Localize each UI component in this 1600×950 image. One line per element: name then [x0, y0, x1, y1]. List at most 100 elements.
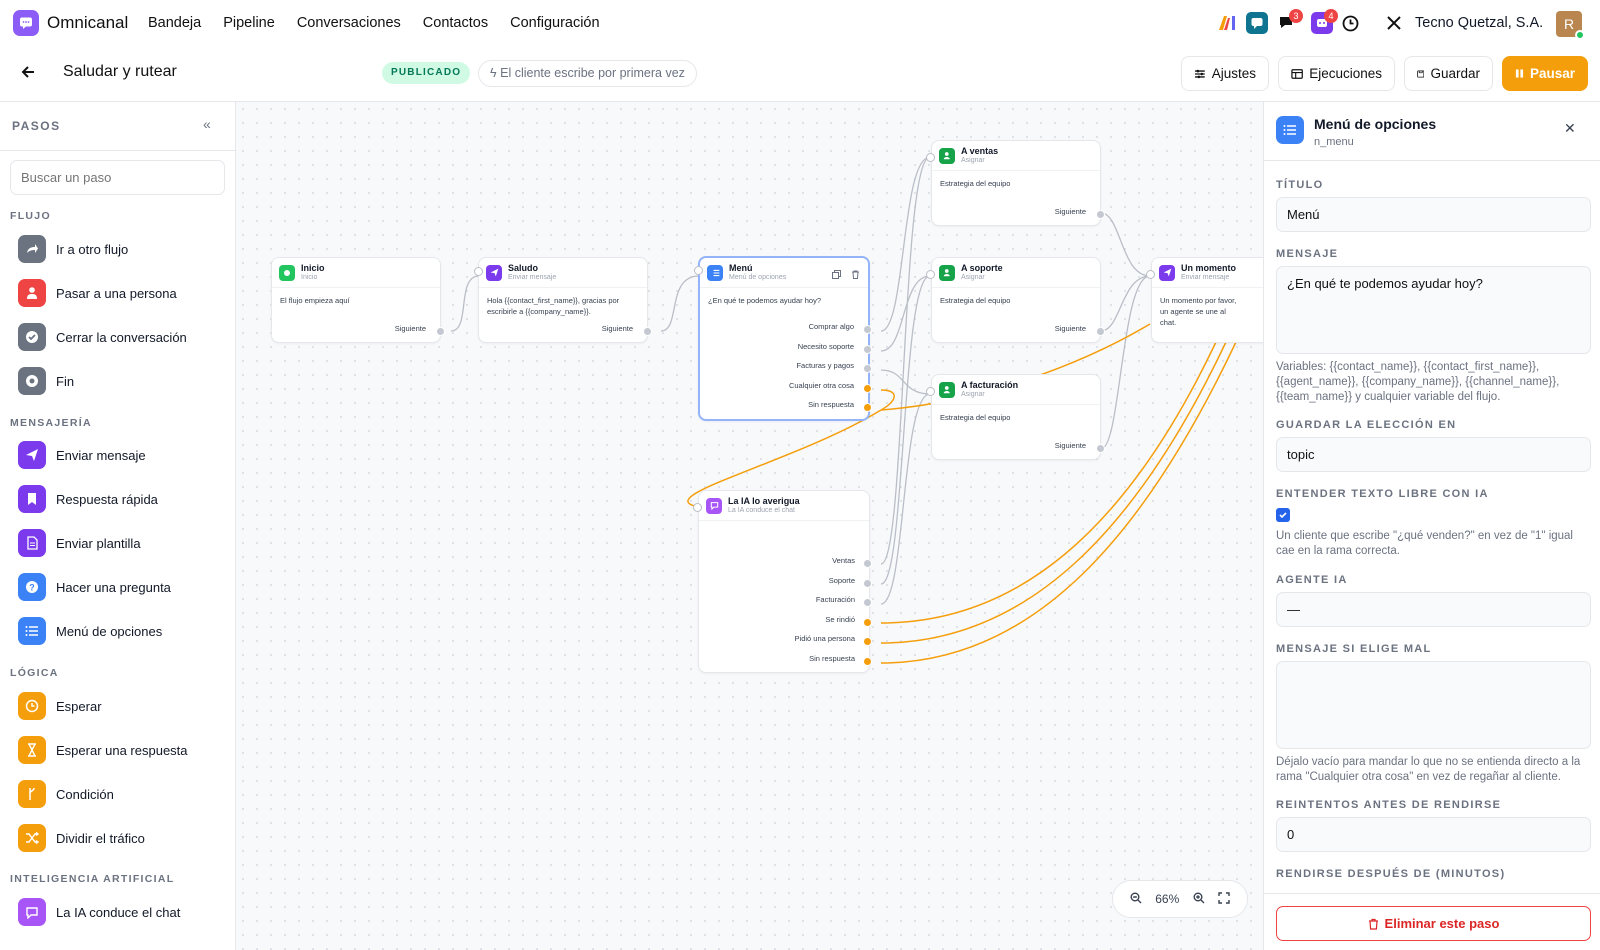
input-port[interactable] — [926, 387, 935, 396]
input-port[interactable] — [1146, 270, 1155, 279]
output-port[interactable] — [863, 579, 872, 588]
step-ir-a-otro-flujo[interactable]: Ir a otro flujo — [10, 229, 225, 269]
node-a-facturacion[interactable]: A facturación Asignar Estrategia del equi… — [926, 374, 1105, 460]
ai-agent-select[interactable]: — — [1276, 592, 1591, 627]
node-inicio[interactable]: Inicio Inicio El flujo empieza aquí Sigui… — [271, 257, 445, 343]
app-name[interactable]: Omnicanal — [47, 13, 128, 33]
save-button[interactable]: Guardar — [1404, 56, 1493, 91]
message-textarea[interactable]: ¿En qué te podemos ayudar hoy? — [1276, 266, 1591, 354]
output-port[interactable] — [863, 637, 872, 646]
step-cerrar-conversacion[interactable]: Cerrar la conversación — [10, 317, 225, 357]
node-un-momento[interactable]: Un momento Enviar mensaje Un momento por … — [1146, 257, 1263, 343]
node-ia-averigua[interactable]: La IA lo averigua La IA conduce el chat V… — [693, 490, 872, 673]
fit-view-icon[interactable] — [1218, 891, 1230, 907]
output-port[interactable] — [1096, 444, 1105, 453]
clock-icon[interactable] — [1340, 12, 1360, 34]
title-input[interactable]: Menú — [1276, 197, 1591, 232]
pause-button[interactable]: Pausar — [1502, 56, 1588, 91]
copy-icon[interactable] — [832, 266, 841, 284]
step-pasar-a-una-persona[interactable]: Pasar a una persona — [10, 273, 225, 313]
edge-facturacion-momento — [1100, 275, 1151, 450]
channel-app-icon[interactable] — [1246, 12, 1268, 34]
step-condicion[interactable]: Condición — [10, 774, 225, 814]
input-port[interactable] — [474, 267, 483, 276]
stop-icon — [18, 367, 46, 395]
node-saludo[interactable]: Saludo Enviar mensaje Hola {{contact_firs… — [474, 257, 652, 343]
trigger-chip[interactable]: ϟ El cliente escribe por primera vez — [478, 60, 697, 87]
person-add-icon — [939, 147, 955, 164]
wrong-choice-textarea[interactable] — [1276, 661, 1591, 749]
company-name[interactable]: Tecno Quetzal, S.A. — [1415, 15, 1543, 31]
step-fin[interactable]: Fin — [10, 361, 225, 401]
step-menu-opciones[interactable]: Menú de opciones — [10, 611, 225, 651]
step-label: Hacer una pregunta — [56, 579, 171, 595]
nav-contactos[interactable]: Contactos — [423, 15, 488, 31]
output-label: Sin respuesta — [809, 654, 855, 663]
sidebar-title: PASOS — [12, 119, 61, 133]
step-ia-conduce-chat[interactable]: La IA conduce el chat — [10, 892, 225, 932]
input-port[interactable] — [693, 503, 702, 512]
output-port[interactable] — [863, 345, 872, 354]
output-port[interactable] — [863, 325, 872, 334]
output-port[interactable] — [863, 384, 872, 393]
node-a-ventas[interactable]: A ventas Asignar Estrategia del equipo Si… — [926, 140, 1105, 226]
retries-input[interactable]: 0 — [1276, 817, 1591, 852]
node-body: Estrategia del equipo — [940, 296, 1011, 305]
input-port[interactable] — [926, 270, 935, 279]
node-a-soporte[interactable]: A soporte Asignar Estrategia del equipo S… — [926, 257, 1105, 343]
app-logo[interactable] — [13, 10, 39, 36]
node-body: Estrategia del equipo — [940, 179, 1011, 188]
ai-logo-icon[interactable] — [1216, 12, 1238, 34]
send-icon — [486, 264, 502, 281]
step-respuesta-rapida[interactable]: Respuesta rápida — [10, 479, 225, 519]
nav-conversaciones[interactable]: Conversaciones — [297, 15, 401, 31]
edge-ia-soporte — [880, 275, 931, 585]
avatar[interactable]: R — [1556, 11, 1585, 40]
step-search-input[interactable] — [10, 160, 225, 195]
output-port[interactable] — [863, 403, 872, 412]
output-port[interactable] — [863, 598, 872, 607]
settings-button[interactable]: Ajustes — [1181, 56, 1269, 91]
zoom-in-icon[interactable] — [1193, 892, 1205, 907]
trash-icon[interactable] — [851, 266, 860, 284]
output-port[interactable] — [436, 327, 445, 336]
nav-bandeja[interactable]: Bandeja — [148, 15, 201, 31]
field-label: MENSAJE — [1276, 248, 1339, 260]
delete-step-button[interactable]: Eliminar este paso — [1276, 906, 1591, 941]
nav-pipeline[interactable]: Pipeline — [223, 15, 275, 31]
output-port[interactable] — [1096, 327, 1105, 336]
output-port[interactable] — [863, 559, 872, 568]
tools-icon[interactable] — [1384, 12, 1404, 34]
back-arrow-icon[interactable] — [20, 64, 36, 85]
output-label: Cualquier otra cosa — [788, 381, 854, 390]
output-port[interactable] — [863, 364, 872, 373]
collapse-icon[interactable]: « — [203, 116, 211, 132]
bot-notifications-icon[interactable]: 4 — [1311, 9, 1338, 34]
zoom-out-icon[interactable] — [1130, 892, 1142, 907]
step-hacer-pregunta[interactable]: ? Hacer una pregunta — [10, 567, 225, 607]
output-port[interactable] — [863, 657, 872, 666]
input-port[interactable] — [694, 266, 703, 275]
status-badge: PUBLICADO — [382, 62, 471, 84]
step-esperar[interactable]: Esperar — [10, 686, 225, 726]
step-esperar-respuesta[interactable]: Esperar una respuesta — [10, 730, 225, 770]
close-icon[interactable]: ✕ — [1564, 120, 1576, 137]
nav-configuracion[interactable]: Configuración — [510, 15, 599, 31]
runs-button[interactable]: Ejecuciones — [1278, 56, 1395, 91]
input-port[interactable] — [926, 153, 935, 162]
step-enviar-mensaje[interactable]: Enviar mensaje — [10, 435, 225, 475]
output-port[interactable] — [1096, 210, 1105, 219]
step-dividir-trafico[interactable]: Dividir el tráfico — [10, 818, 225, 858]
flow-canvas[interactable]: Inicio Inicio El flujo empieza aquí Sigui… — [236, 102, 1263, 950]
node-menu[interactable]: Menú Menú de opciones ¿En qué te podemos … — [694, 256, 872, 421]
output-port[interactable] — [643, 327, 652, 336]
output-port[interactable] — [863, 618, 872, 627]
node-subtitle: Menú de opciones — [729, 274, 787, 281]
step-enviar-plantilla[interactable]: Enviar plantilla — [10, 523, 225, 563]
ai-checkbox[interactable] — [1276, 508, 1290, 522]
node-body: ¿En qué te podemos ayudar hoy? — [708, 296, 821, 305]
save-choice-input[interactable]: topic — [1276, 437, 1591, 472]
flow-title[interactable]: Saludar y rutear — [63, 63, 177, 81]
output-label: Siguiente — [1054, 207, 1086, 216]
chat-notifications-icon[interactable]: 3 — [1276, 9, 1303, 34]
